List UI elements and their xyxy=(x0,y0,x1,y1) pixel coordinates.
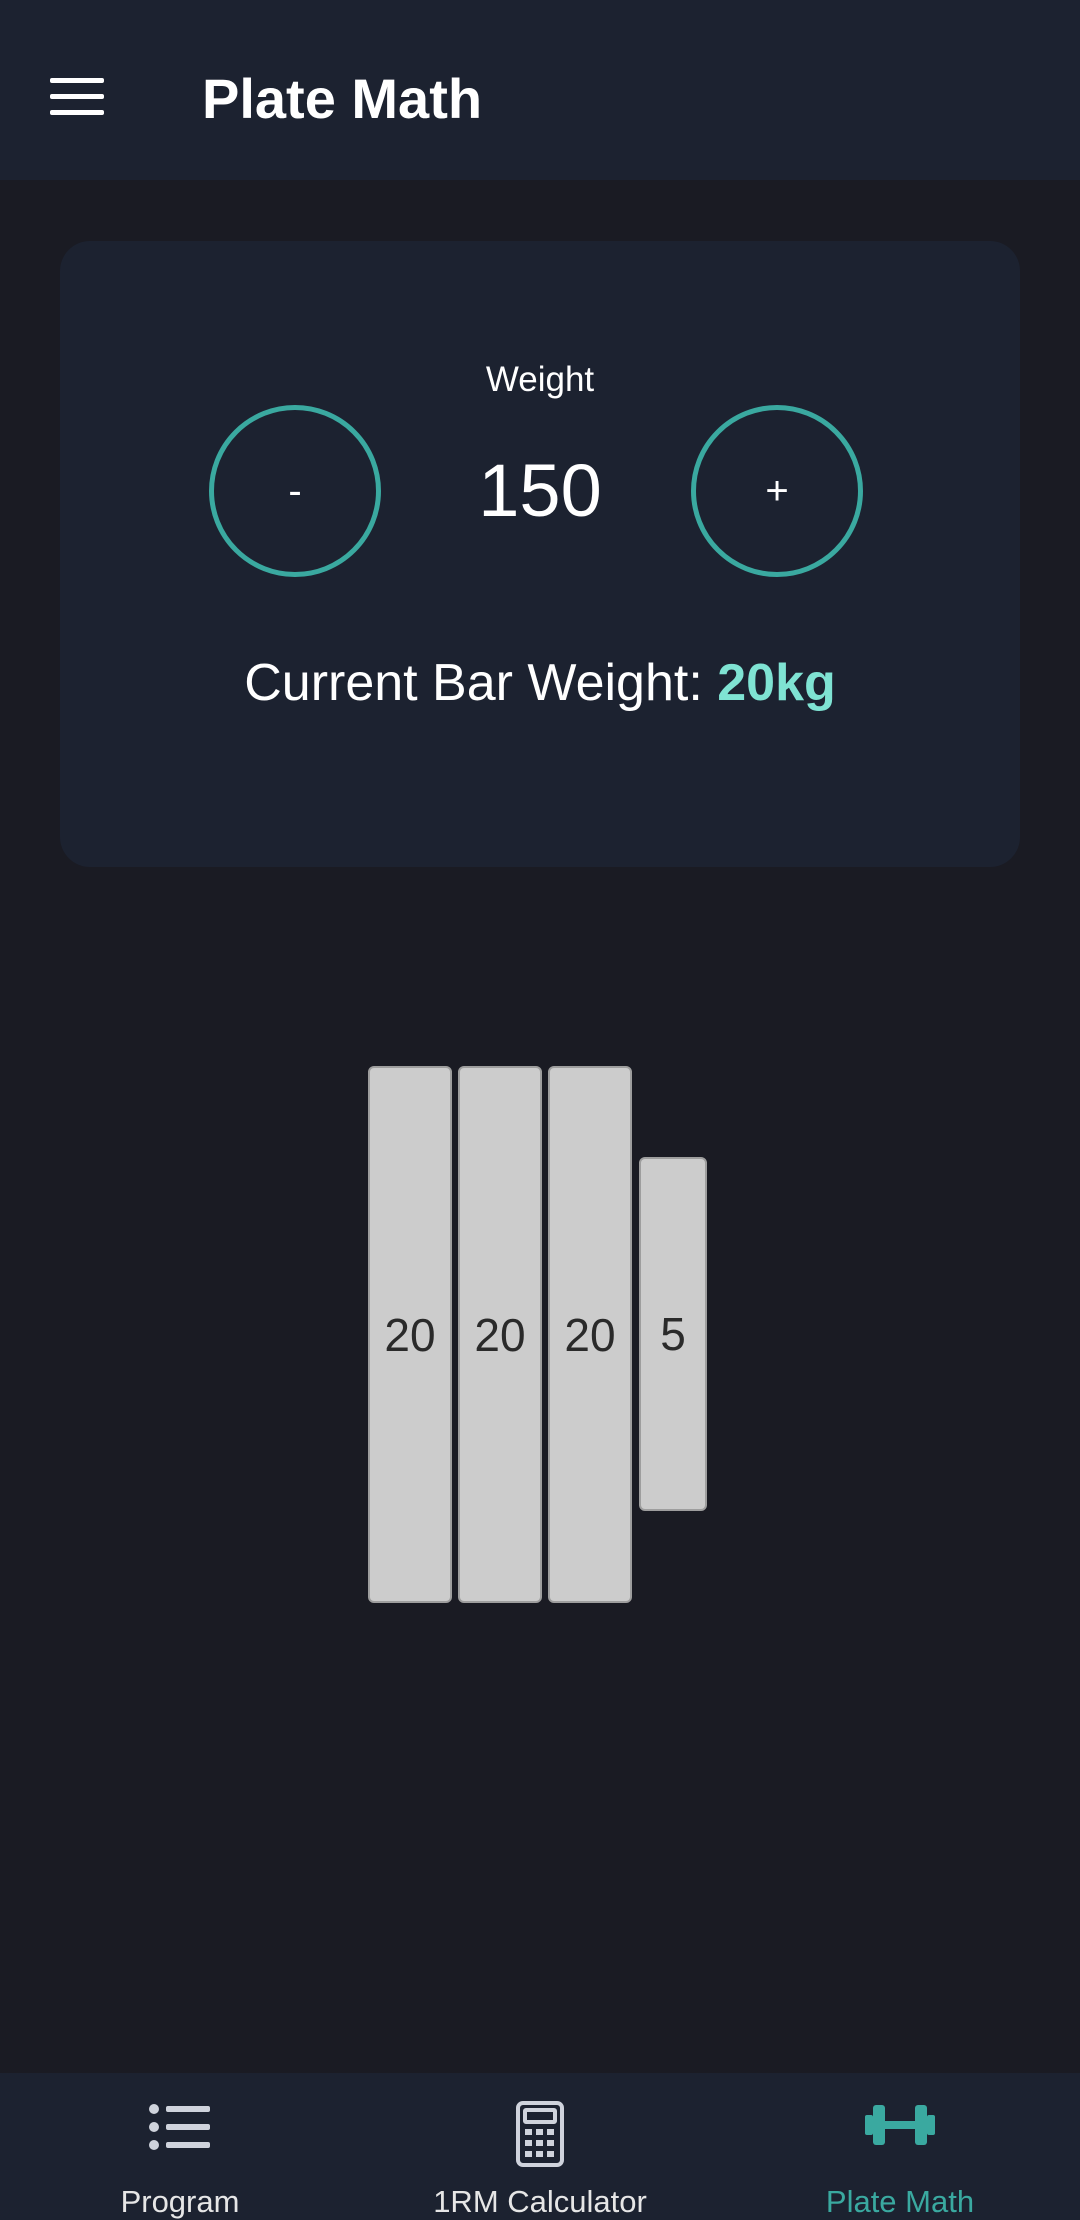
dumbbell-icon xyxy=(865,2105,935,2145)
weight-card: Weight - 150 + Current Bar Weight: 20kg xyxy=(60,241,1020,867)
calculator-icon xyxy=(516,2101,564,2167)
plate-5kg: 5 xyxy=(639,1157,707,1511)
weight-label: Weight xyxy=(485,360,595,399)
app-bar: Plate Math xyxy=(0,0,1080,180)
page-title: Plate Math xyxy=(202,67,483,130)
increase-weight-button[interactable]: + xyxy=(691,405,863,577)
decrease-weight-button[interactable]: - xyxy=(209,405,381,577)
nav-item-1rm-calculator[interactable]: 1RM Calculator xyxy=(360,2073,720,2220)
bar-weight-text: Current Bar Weight: 20kg xyxy=(60,651,1020,715)
nav-label-program: Program xyxy=(120,2184,240,2219)
bar-weight-value: 20kg xyxy=(717,654,836,712)
hamburger-menu-icon[interactable] xyxy=(38,64,118,128)
nav-item-plate-math[interactable]: Plate Math xyxy=(720,2073,1080,2220)
plate-20kg: 20 xyxy=(368,1066,452,1603)
plate-20kg: 20 xyxy=(548,1066,632,1603)
weight-value: 150 xyxy=(478,449,602,532)
nav-label-1rm-calculator: 1RM Calculator xyxy=(433,2184,647,2219)
app-screen: Plate Math Weight - 150 + Current Bar We… xyxy=(0,0,1080,2220)
list-icon xyxy=(149,2104,210,2150)
plate-20kg: 20 xyxy=(458,1066,542,1603)
nav-item-program[interactable]: Program xyxy=(0,2073,360,2220)
bottom-navigation: Program 1RM Calculator Plate Math xyxy=(0,2073,1080,2220)
bar-weight-prefix: Current Bar Weight: xyxy=(244,654,718,712)
nav-label-plate-math: Plate Math xyxy=(825,2184,975,2219)
